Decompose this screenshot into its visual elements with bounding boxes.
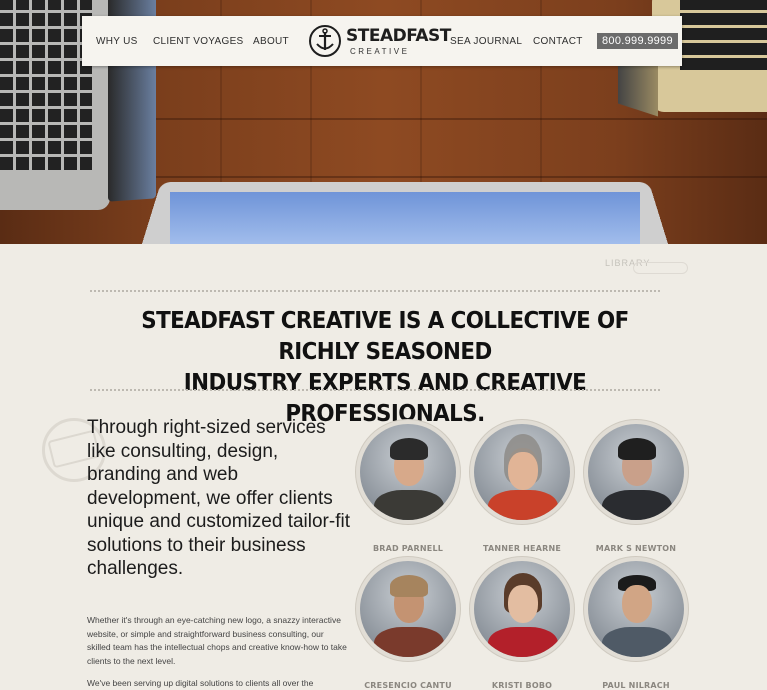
stamp-decoration — [633, 262, 688, 274]
intro-lead: Through right-sized services like consul… — [87, 417, 350, 579]
top-navigation: WHY US CLIENT VOYAGES ABOUT STEADFAST CR… — [82, 16, 682, 66]
intro-paragraph: Whether it's through an eye-catching new… — [87, 615, 347, 666]
logo-wordmark: STEADFAST — [346, 26, 451, 46]
intro-paragraph-2: We've been serving up digital solutions … — [87, 678, 314, 688]
nav-client-voyages[interactable]: CLIENT VOYAGES — [153, 36, 244, 47]
steadfast-logo[interactable]: STEADFAST CREATIVE — [308, 22, 451, 62]
page-headline: STEADFAST CREATIVE IS A COLLECTIVE OF RI… — [111, 306, 660, 430]
team-member-name: BRAD PARNELL — [372, 544, 444, 553]
team-member-name: PAUL NILRACH — [602, 681, 670, 690]
team-member[interactable]: CRESENCIO CANTU — [356, 557, 460, 690]
avatar[interactable] — [470, 420, 574, 524]
logo-subtitle: CREATIVE — [350, 47, 410, 56]
team-member-name: MARK S NEWTON — [595, 544, 677, 553]
team-member[interactable]: TANNER HEARNE — [470, 420, 574, 553]
team-member-name: KRISTI BOBO — [491, 681, 553, 690]
team-member[interactable]: BRAD PARNELL — [356, 420, 460, 553]
nav-sea-journal[interactable]: SEA JOURNAL — [450, 36, 522, 47]
nav-contact[interactable]: CONTACT — [533, 36, 583, 47]
phone-number[interactable]: 800.999.9999 — [597, 33, 678, 49]
team-member[interactable]: MARK S NEWTON — [584, 420, 688, 553]
team-member[interactable]: PAUL NILRACH — [584, 557, 688, 690]
headline-line-1: STEADFAST CREATIVE IS A COLLECTIVE OF RI… — [141, 308, 629, 365]
avatar[interactable] — [470, 557, 574, 661]
keyboard-image-right — [680, 0, 767, 70]
avatar[interactable] — [584, 557, 688, 661]
team-member[interactable]: KRISTI BOBO — [470, 557, 574, 690]
divider-bottom — [90, 389, 660, 391]
nav-about[interactable]: ABOUT — [253, 36, 289, 47]
nav-why-us[interactable]: WHY US — [96, 36, 138, 47]
avatar[interactable] — [356, 420, 460, 524]
keyboard-image-left — [0, 0, 92, 170]
avatar[interactable] — [584, 420, 688, 524]
laptop-screen-bottom — [170, 192, 640, 244]
anchor-icon — [309, 25, 341, 57]
divider-top — [90, 290, 660, 292]
team-member-name: CRESENCIO CANTU — [364, 681, 452, 690]
team-member-name: TANNER HEARNE — [482, 544, 562, 553]
avatar[interactable] — [356, 557, 460, 661]
